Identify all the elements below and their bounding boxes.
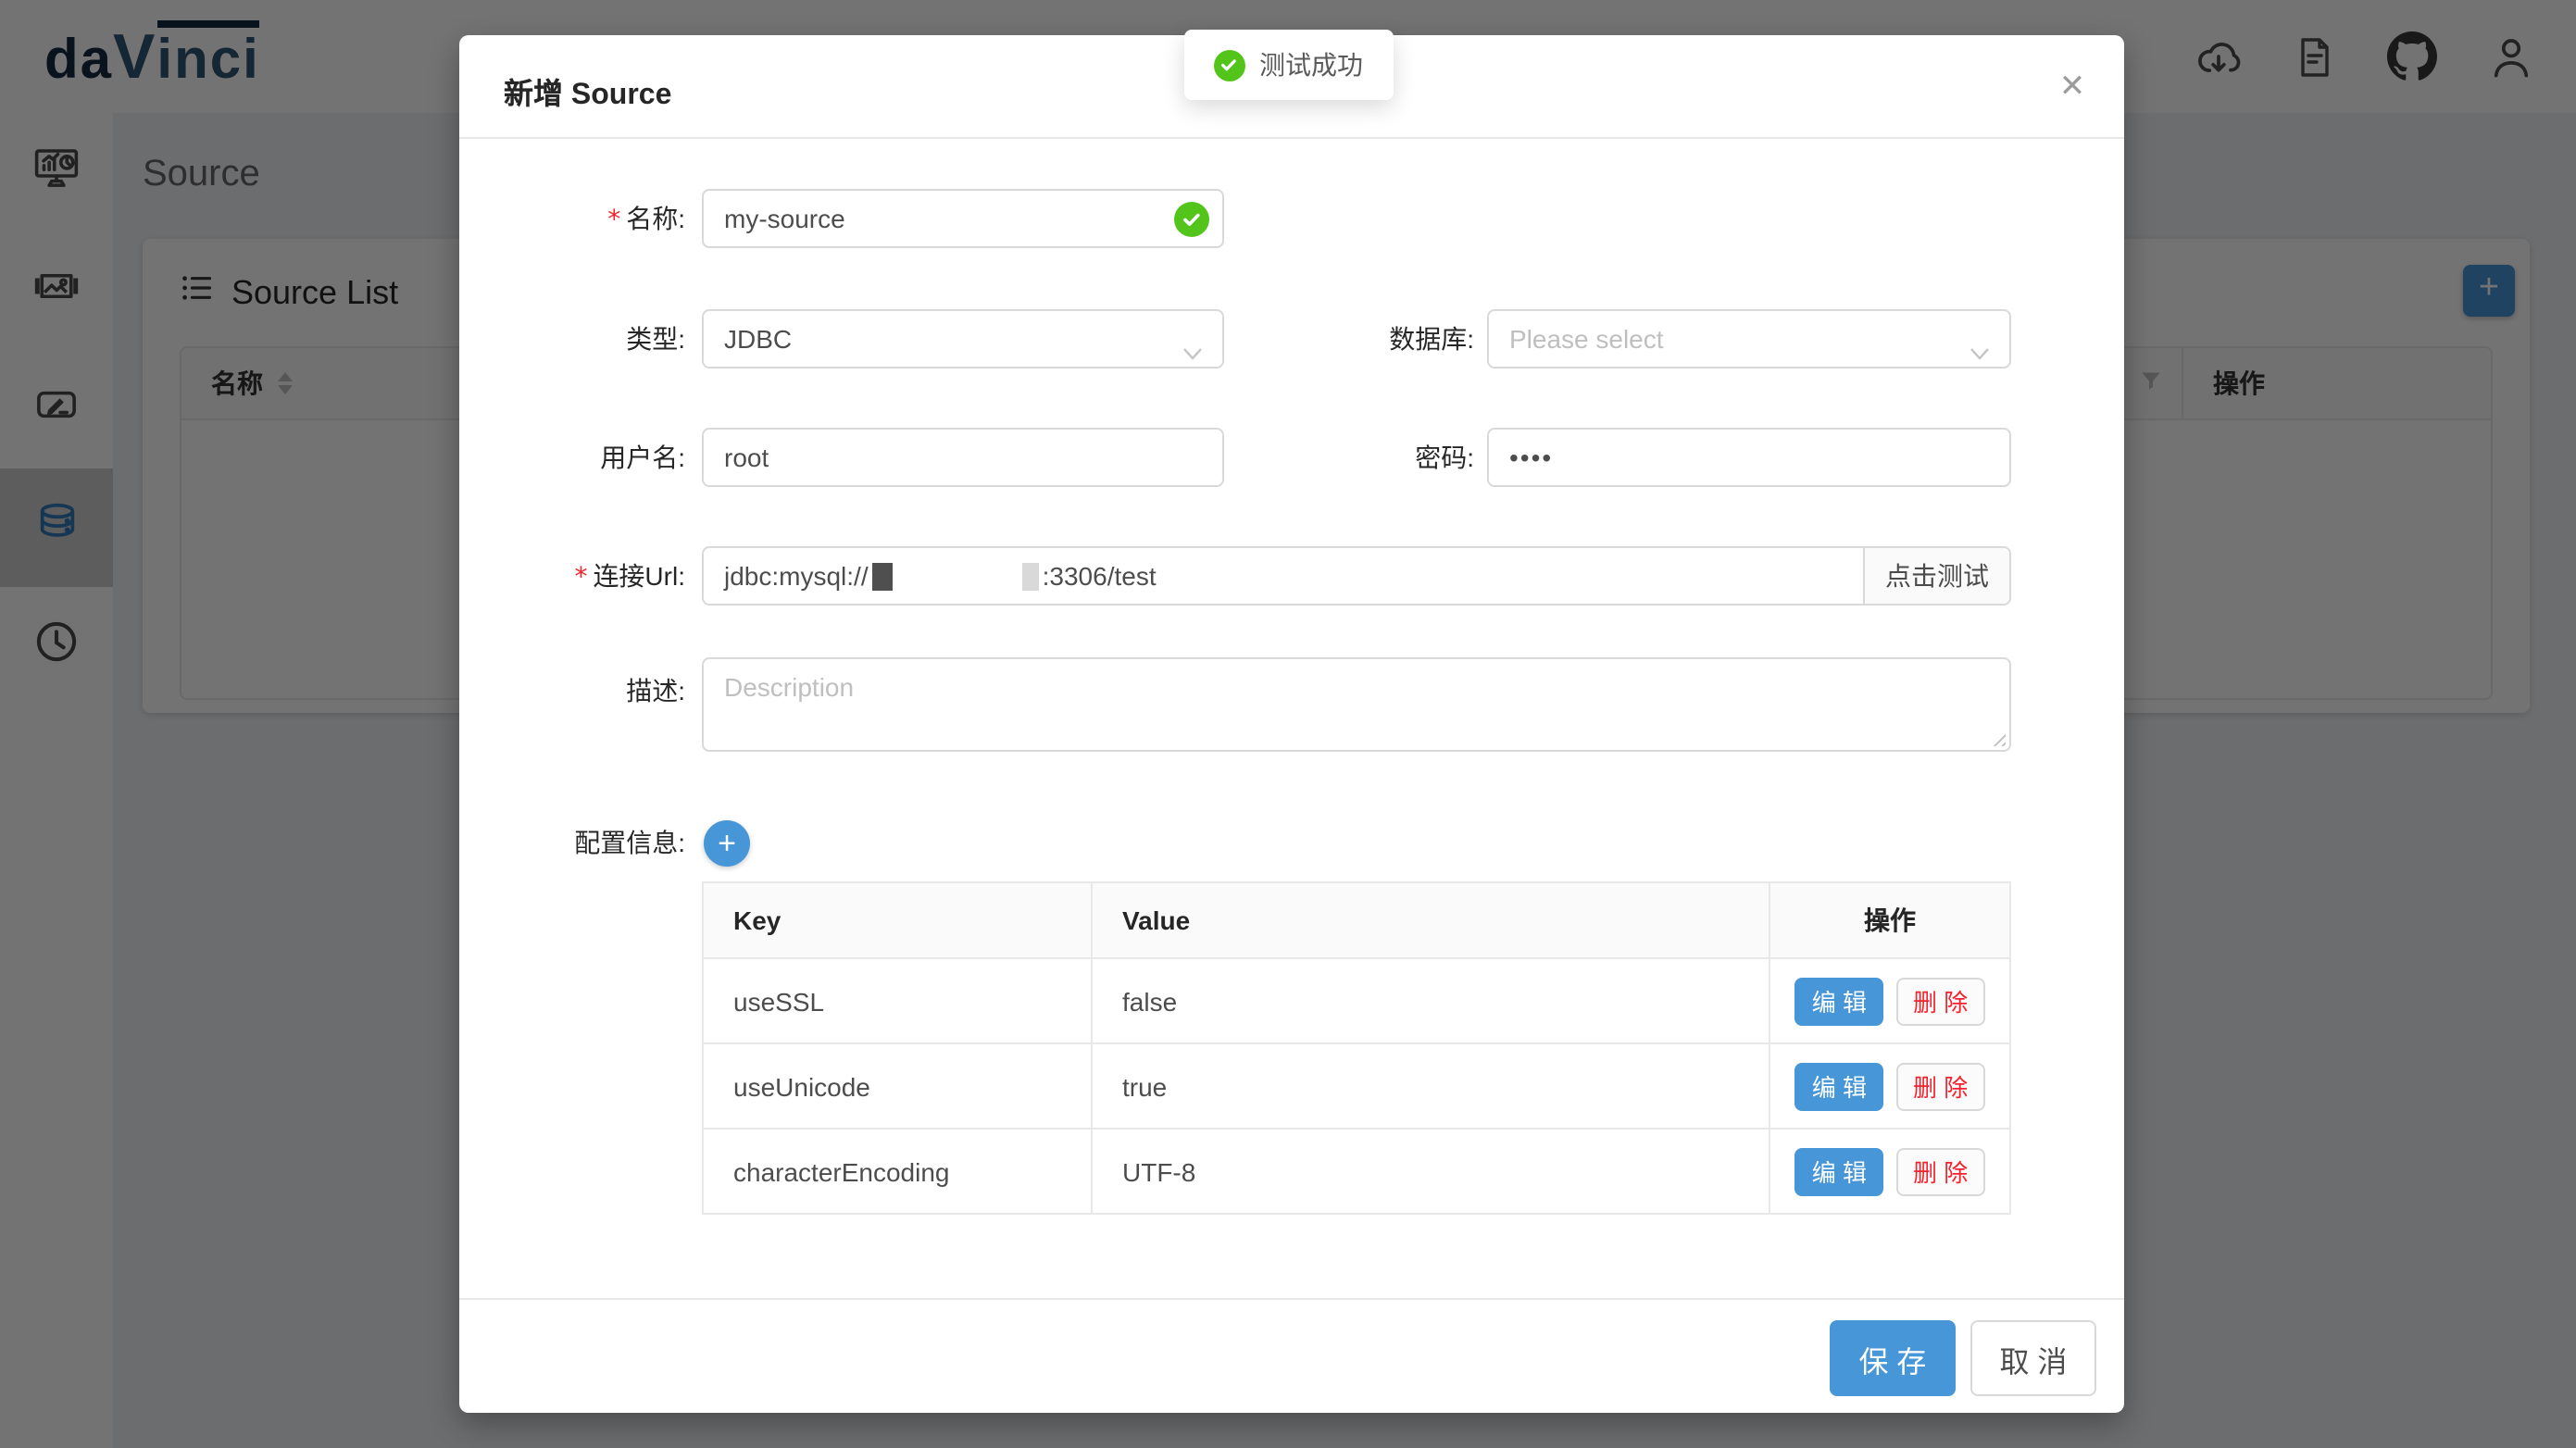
add-config-button[interactable]: + <box>704 820 750 867</box>
save-button[interactable]: 保 存 <box>1830 1320 1956 1396</box>
database-label: 数据库: <box>1248 309 1474 368</box>
config-value: true <box>1093 1044 1770 1128</box>
name-input[interactable]: my-source <box>702 189 1224 248</box>
edit-button[interactable]: 编 辑 <box>1795 1062 1883 1110</box>
config-value: UTF-8 <box>1093 1130 1770 1213</box>
description-label: 描述: <box>459 661 685 720</box>
config-key: useSSL <box>704 959 1093 1042</box>
url-suffix: :3306/test <box>1043 548 1157 604</box>
close-icon[interactable]: ✕ <box>2020 35 2124 139</box>
delete-button[interactable]: 删 除 <box>1896 977 1984 1025</box>
password-value: •••• <box>1509 443 1553 472</box>
config-header-action: 操作 <box>1770 883 2009 957</box>
config-key: characterEncoding <box>704 1130 1093 1213</box>
type-label: 类型: <box>459 309 685 368</box>
database-placeholder: Please select <box>1509 324 1664 354</box>
test-connection-button[interactable]: 点击测试 <box>1863 548 2009 604</box>
app-root: daVinci <box>0 0 2576 1448</box>
resize-handle[interactable] <box>1989 730 2006 746</box>
url-input[interactable]: jdbc:mysql:// :3306/test <box>704 548 1863 604</box>
config-table: Key Value 操作 useSSL false 编 辑 删 除 useUni… <box>702 881 2011 1215</box>
config-value: false <box>1093 959 1770 1042</box>
edit-button[interactable]: 编 辑 <box>1795 1147 1883 1195</box>
modal-title: 新增 Source <box>504 69 671 113</box>
description-textarea[interactable]: Description <box>702 657 2011 752</box>
description-placeholder: Description <box>724 672 854 702</box>
username-input[interactable]: root <box>702 428 1224 487</box>
table-row: characterEncoding UTF-8 编 辑 删 除 <box>704 1128 2009 1213</box>
chevron-down-icon <box>1182 328 1204 368</box>
cancel-button[interactable]: 取 消 <box>1970 1320 2096 1396</box>
type-select[interactable]: JDBC <box>702 309 1224 368</box>
config-header-value: Value <box>1093 883 1770 957</box>
delete-button[interactable]: 删 除 <box>1896 1147 1984 1195</box>
table-row: useSSL false 编 辑 删 除 <box>704 957 2009 1042</box>
redacted-host-block <box>1022 562 1039 590</box>
config-key: useUnicode <box>704 1044 1093 1128</box>
url-input-group: jdbc:mysql:// :3306/test 点击测试 <box>702 546 2011 605</box>
name-value: my-source <box>724 204 845 233</box>
table-row: useUnicode true 编 辑 删 除 <box>704 1042 2009 1128</box>
password-input[interactable]: •••• <box>1487 428 2011 487</box>
url-prefix: jdbc:mysql:// <box>724 548 869 604</box>
username-value: root <box>724 443 769 472</box>
name-label: *名称: <box>459 189 685 250</box>
success-check-icon <box>1213 49 1244 81</box>
toast-message: 测试成功 <box>1259 46 1363 83</box>
config-header-key: Key <box>704 883 1093 957</box>
config-label: 配置信息: <box>459 813 685 872</box>
username-label: 用户名: <box>459 428 685 487</box>
modal-footer: 保 存 取 消 <box>459 1298 2124 1413</box>
edit-button[interactable]: 编 辑 <box>1795 977 1883 1025</box>
chevron-down-icon <box>1969 328 1991 368</box>
url-label: *连接Url: <box>459 546 685 607</box>
password-label: 密码: <box>1248 428 1474 487</box>
add-source-modal: 新增 Source ✕ *名称: my-source 类型: JDBC 数据库:… <box>459 35 2124 1413</box>
database-select[interactable]: Please select <box>1487 309 2011 368</box>
type-value: JDBC <box>724 324 792 354</box>
valid-check-icon <box>1174 202 1209 237</box>
redacted-host-block <box>872 562 893 590</box>
delete-button[interactable]: 删 除 <box>1896 1062 1984 1110</box>
config-table-header: Key Value 操作 <box>704 883 2009 957</box>
success-toast: 测试成功 <box>1183 30 1393 100</box>
